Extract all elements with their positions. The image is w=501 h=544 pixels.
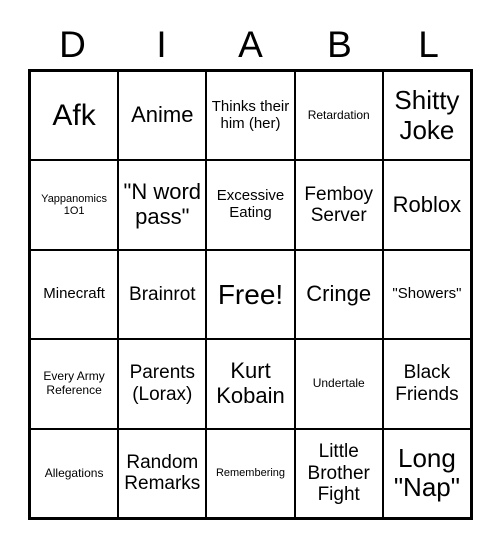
bingo-header-letter-4: L xyxy=(418,24,439,65)
bingo-row: Afk Anime Thinks their him (her) Retarda… xyxy=(31,72,471,162)
bingo-cell[interactable]: Excessive Eating xyxy=(207,161,296,249)
bingo-cell[interactable]: Afk xyxy=(31,72,120,160)
bingo-header-letter-3: B xyxy=(327,24,352,65)
bingo-cell-label: Femboy Server xyxy=(304,183,374,227)
bingo-cell[interactable]: Parents (Lorax) xyxy=(119,340,208,428)
bingo-cell[interactable]: Remembering xyxy=(207,429,296,518)
bingo-cell[interactable]: Kurt Kobain xyxy=(207,340,296,428)
bingo-cell[interactable]: Retardation xyxy=(295,72,384,160)
bingo-grid: Afk Anime Thinks their him (her) Retarda… xyxy=(28,69,473,520)
bingo-free-space-label: Free! xyxy=(217,278,284,310)
bingo-cell-label: "N word pass" xyxy=(123,179,202,230)
bingo-cell-label: Black Friends xyxy=(395,362,459,405)
bingo-cell[interactable]: Thinks their him (her) xyxy=(207,72,296,160)
bingo-header-letter-0: D xyxy=(59,24,86,65)
bingo-row: Minecraft Brainrot Free! Cringe "Showers… xyxy=(31,250,471,341)
bingo-row: Allegations Random Remarks Remembering L… xyxy=(31,429,471,518)
bingo-cell-label: "Showers" xyxy=(392,285,462,303)
bingo-cell-label: Shitty Joke xyxy=(394,85,460,145)
bingo-cell-label: Brainrot xyxy=(129,283,196,305)
bingo-cell-label: Roblox xyxy=(392,191,462,217)
bingo-free-space-cell[interactable]: Free! xyxy=(207,250,296,339)
bingo-header-letter-1: I xyxy=(156,24,167,65)
bingo-cell[interactable]: Shitty Joke xyxy=(383,72,471,160)
bingo-cell-label: Undertale xyxy=(312,376,365,391)
bingo-cell[interactable]: Allegations xyxy=(31,429,120,518)
bingo-row: Every Army Reference Parents (Lorax) Kur… xyxy=(31,340,471,430)
bingo-cell-label: Afk xyxy=(52,98,96,132)
bingo-cell-label: Long "Nap" xyxy=(393,442,460,503)
bingo-cell[interactable]: Yappanomics 1O1 xyxy=(31,161,120,249)
bingo-cell-label: Yappanomics 1O1 xyxy=(41,192,108,218)
bingo-cell[interactable]: Anime xyxy=(119,72,208,160)
bingo-cell[interactable]: Undertale xyxy=(295,340,384,428)
bingo-cell[interactable]: Little Brother Fight xyxy=(295,429,384,518)
bingo-cell[interactable]: Cringe xyxy=(295,250,384,339)
bingo-cell[interactable]: Minecraft xyxy=(31,250,120,339)
bingo-cell-label: Allegations xyxy=(44,465,104,480)
bingo-cell[interactable]: Roblox xyxy=(383,161,471,249)
bingo-cell[interactable]: Every Army Reference xyxy=(31,340,120,428)
bingo-cell-label: Parents (Lorax) xyxy=(129,362,196,405)
bingo-cell[interactable]: "N word pass" xyxy=(119,161,208,249)
bingo-cell-label: Anime xyxy=(131,102,194,128)
bingo-header-row: D I A B L xyxy=(28,20,473,69)
bingo-cell-label: Kurt Kobain xyxy=(216,358,285,408)
bingo-cell-label: Cringe xyxy=(306,281,372,307)
bingo-cell[interactable]: Black Friends xyxy=(383,340,471,428)
bingo-header-letter-2: A xyxy=(238,24,263,65)
bingo-cell[interactable]: Long "Nap" xyxy=(383,429,471,518)
bingo-cell-label: Remembering xyxy=(215,467,286,480)
bingo-cell[interactable]: Femboy Server xyxy=(295,161,384,249)
bingo-cell-label: Random Remarks xyxy=(124,451,201,495)
bingo-cell-label: Minecraft xyxy=(43,285,105,303)
bingo-cell-label: Excessive Eating xyxy=(216,187,285,222)
bingo-card: D I A B L Afk Anime Thinks their him (he… xyxy=(0,0,501,544)
bingo-cell-label: Every Army Reference xyxy=(43,369,105,397)
bingo-row: Yappanomics 1O1 "N word pass" Excessive … xyxy=(31,161,471,251)
bingo-cell[interactable]: "Showers" xyxy=(383,250,471,339)
bingo-cell-label: Little Brother Fight xyxy=(307,441,370,506)
bingo-cell-label: Retardation xyxy=(307,107,370,122)
bingo-cell[interactable]: Random Remarks xyxy=(119,429,208,518)
bingo-cell-label: Thinks their him (her) xyxy=(211,97,290,132)
bingo-cell[interactable]: Brainrot xyxy=(119,250,208,339)
